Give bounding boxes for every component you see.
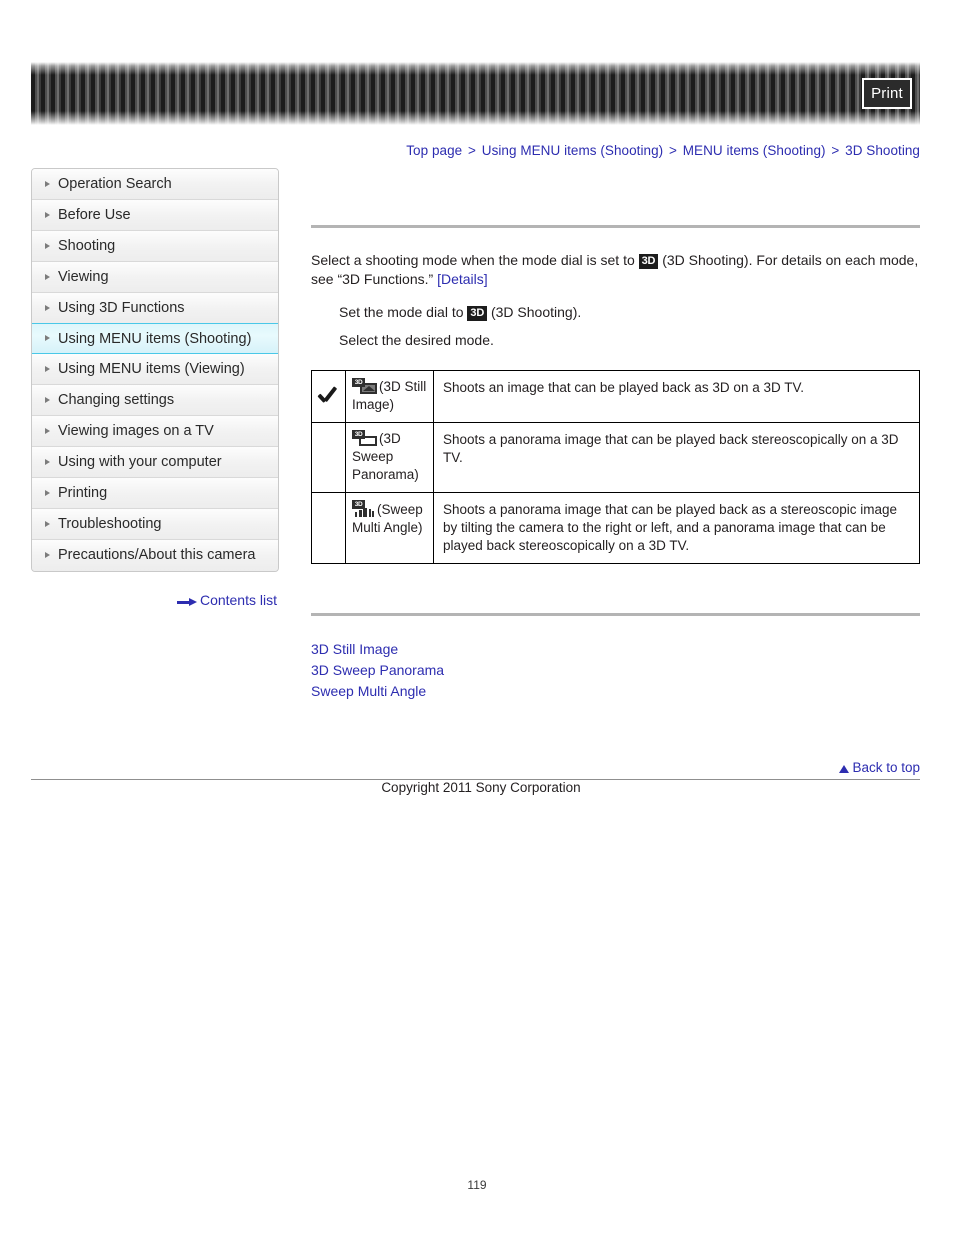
sidebar-item-before-use[interactable]: Before Use — [32, 200, 278, 231]
link-3d-still-image[interactable]: 3D Still Image — [311, 639, 920, 660]
table-row: 3D (3D Still Image) Shoots an image that… — [311, 370, 920, 423]
selected-mode-cell — [311, 422, 346, 493]
related-links-list: 3D Still Image 3D Sweep Panorama Sweep M… — [311, 639, 920, 702]
breadcrumb: Top page > Using MENU items (Shooting) >… — [406, 143, 920, 158]
selected-mode-cell — [311, 492, 346, 564]
sidebar-item-troubleshooting[interactable]: Troubleshooting — [32, 509, 278, 540]
breadcrumb-separator: > — [831, 143, 840, 158]
triangle-up-icon — [839, 765, 850, 773]
sidebar-item-label: Using MENU items (Viewing) — [58, 361, 245, 377]
mode-description-cell: Shoots a panorama image that can be play… — [433, 492, 920, 564]
3d-tag-icon: 3D — [352, 430, 365, 439]
arrow-right-icon — [176, 598, 197, 606]
link-sweep-multi-angle[interactable]: Sweep Multi Angle — [311, 681, 920, 702]
sidebar-item-operation-search[interactable]: Operation Search — [32, 169, 278, 200]
intro-paragraph: Select a shooting mode when the mode dia… — [311, 251, 920, 289]
mode-name-cell: 3D (3D Sweep Panorama) — [345, 422, 434, 493]
chevron-right-icon — [45, 304, 50, 311]
mode-description-cell: Shoots a panorama image that can be play… — [433, 422, 920, 493]
3d-still-image-icon: 3D — [352, 378, 378, 394]
sidebar-item-label: Precautions/About this camera — [58, 547, 256, 563]
chevron-right-icon — [45, 458, 50, 465]
step-1: Set the mode dial to 3D (3D Shooting). — [339, 303, 920, 322]
shooting-modes-table: 3D (3D Still Image) Shoots an image that… — [311, 370, 920, 564]
contents-list-link[interactable]: Contents list — [31, 592, 277, 608]
sidebar-nav: Operation Search Before Use Shooting Vie… — [31, 168, 279, 572]
chevron-right-icon — [45, 242, 50, 249]
breadcrumb-item-using-menu-items-shooting[interactable]: Using MENU items (Shooting) — [482, 143, 663, 158]
sidebar-item-using-with-your-computer[interactable]: Using with your computer — [32, 447, 278, 478]
sidebar-item-precautions-about-this-camera[interactable]: Precautions/About this camera — [32, 540, 278, 571]
back-to-top-label: Back to top — [852, 760, 920, 775]
step-2-text: Select the desired mode. — [339, 332, 494, 348]
chevron-right-icon — [45, 489, 50, 496]
chevron-right-icon — [45, 335, 50, 341]
breadcrumb-separator: > — [468, 143, 476, 158]
sidebar-item-label: Before Use — [58, 207, 131, 223]
sidebar-item-printing[interactable]: Printing — [32, 478, 278, 509]
sidebar-item-label: Printing — [58, 485, 108, 501]
sidebar-item-label: Changing settings — [58, 392, 175, 408]
table-row: 3D (Sweep Multi Angle) Shoots a panorama… — [311, 492, 920, 564]
sidebar-item-shooting[interactable]: Shooting — [32, 231, 278, 262]
sweep-multi-angle-icon: 3D — [352, 500, 376, 517]
mode-description-cell: Shoots an image that can be played back … — [433, 370, 920, 423]
step-1-text-part2: (3D Shooting). — [487, 304, 582, 320]
sidebar-item-viewing-images-on-a-tv[interactable]: Viewing images on a TV — [32, 416, 278, 447]
sidebar-item-using-menu-items-shooting[interactable]: Using MENU items (Shooting) — [32, 323, 278, 354]
page-number: 119 — [467, 1178, 487, 1192]
chevron-right-icon — [45, 211, 50, 218]
sidebar-item-label: Using MENU items (Shooting) — [58, 331, 252, 347]
mode-name-cell: 3D (3D Still Image) — [345, 370, 434, 423]
multi-angle-bars-shape — [355, 508, 375, 517]
back-to-top-link[interactable]: Back to top — [311, 760, 920, 775]
table-row: 3D (3D Sweep Panorama) Shoots a panorama… — [311, 422, 920, 493]
chevron-right-icon — [45, 273, 50, 280]
intro-text-part1: Select a shooting mode when the mode dia… — [311, 252, 639, 268]
3d-sweep-panorama-icon: 3D — [352, 430, 378, 446]
breadcrumb-separator: > — [668, 143, 677, 158]
mode-name-cell: 3D (Sweep Multi Angle) — [345, 492, 434, 564]
sidebar-item-viewing[interactable]: Viewing — [32, 262, 278, 293]
sidebar-item-label: Using with your computer — [58, 454, 222, 470]
sidebar-item-using-3d-functions[interactable]: Using 3D Functions — [32, 293, 278, 324]
sidebar-item-label: Operation Search — [58, 176, 172, 192]
details-link[interactable]: [Details] — [437, 271, 488, 287]
link-3d-sweep-panorama[interactable]: 3D Sweep Panorama — [311, 660, 920, 681]
chevron-right-icon — [45, 427, 50, 434]
sidebar-item-label: Using 3D Functions — [58, 300, 185, 316]
sidebar-item-label: Viewing — [58, 269, 109, 285]
chevron-right-icon — [45, 180, 50, 187]
sidebar-item-label: Troubleshooting — [58, 516, 162, 532]
step-2: Select the desired mode. — [339, 331, 920, 350]
chevron-right-icon — [45, 520, 50, 527]
sidebar-item-label: Shooting — [58, 238, 116, 254]
breadcrumb-item-menu-items-shooting[interactable]: MENU items (Shooting) — [683, 143, 826, 158]
3d-mode-badge-icon: 3D — [638, 254, 659, 269]
contents-list-label: Contents list — [199, 592, 277, 608]
print-button[interactable]: Print — [862, 78, 912, 109]
check-icon — [318, 384, 339, 404]
breadcrumb-item-3d-shooting[interactable]: 3D Shooting — [845, 143, 920, 158]
selected-mode-cell — [311, 370, 346, 423]
header-banner: Print — [31, 62, 920, 125]
divider-top — [311, 225, 920, 228]
chevron-right-icon — [45, 365, 50, 372]
breadcrumb-item-top-page[interactable]: Top page — [406, 143, 462, 158]
sidebar-item-label: Viewing images on a TV — [58, 423, 214, 439]
3d-mode-badge-icon: 3D — [467, 306, 488, 321]
step-1-text-part1: Set the mode dial to — [339, 304, 468, 320]
chevron-right-icon — [45, 396, 50, 403]
divider-bottom — [311, 613, 920, 616]
copyright-text: Copyright 2011 Sony Corporation — [381, 780, 581, 795]
3d-tag-icon: 3D — [352, 378, 365, 387]
sidebar-item-using-menu-items-viewing[interactable]: Using MENU items (Viewing) — [32, 354, 278, 385]
chevron-right-icon — [45, 552, 50, 558]
sidebar-item-changing-settings[interactable]: Changing settings — [32, 385, 278, 416]
main-content: Select a shooting mode when the mode dia… — [311, 168, 920, 702]
